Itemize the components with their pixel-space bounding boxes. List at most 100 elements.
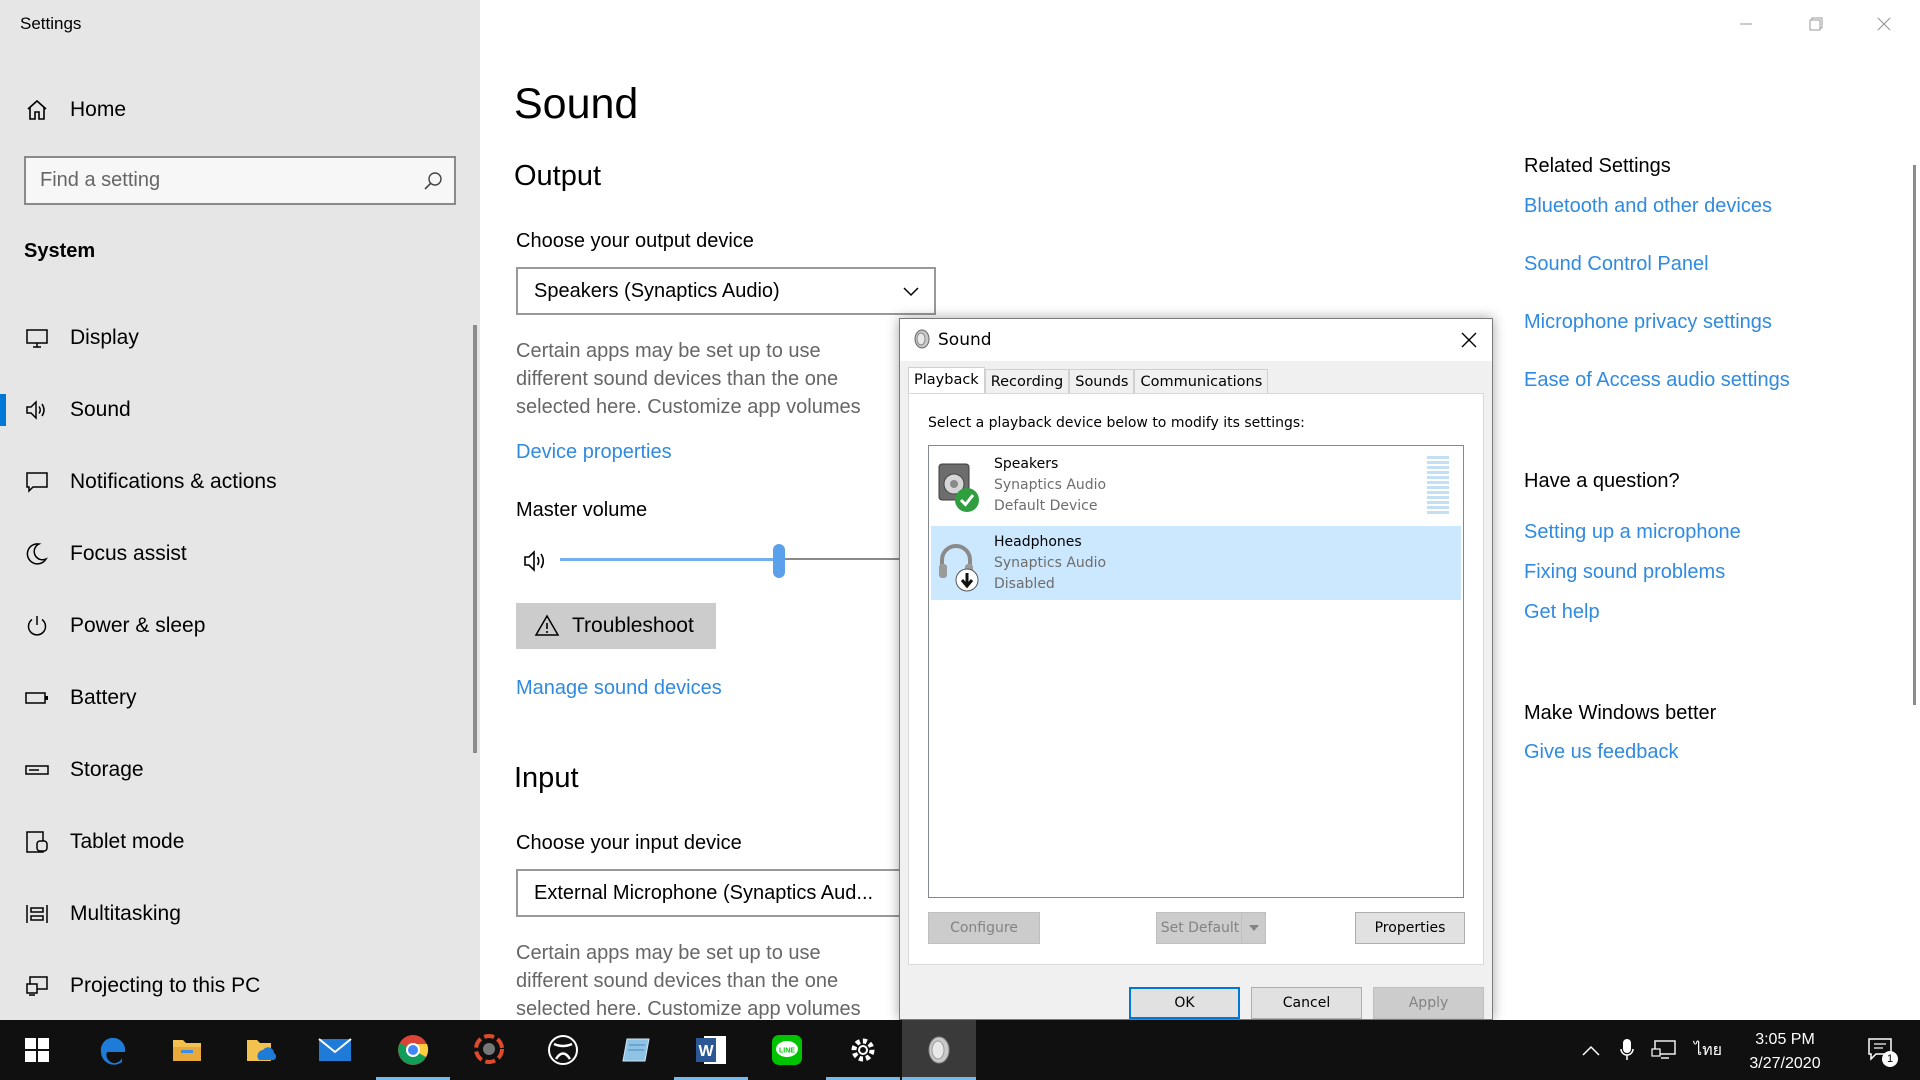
output-heading: Output [514, 160, 602, 192]
tab-recording[interactable]: Recording [984, 369, 1070, 393]
sidebar-scrollbar[interactable] [473, 325, 477, 753]
device-row-headphones[interactable]: Headphones Synaptics Audio Disabled [931, 526, 1461, 600]
chevron-down-icon [902, 283, 920, 301]
output-device-value: Speakers (Synaptics Audio) [534, 280, 780, 302]
taskbar-mail[interactable] [298, 1020, 372, 1080]
home-nav-item[interactable]: Home [0, 82, 480, 138]
volume-slider-fill[interactable] [560, 558, 780, 561]
tablet-icon [24, 829, 50, 855]
sidebar-item-multitasking[interactable]: Multitasking [0, 886, 480, 942]
set-default-dropdown-arrow[interactable] [1241, 913, 1265, 943]
taskbar-xbox[interactable] [526, 1020, 600, 1080]
home-icon [24, 97, 50, 123]
taskbar-file-explorer[interactable] [150, 1020, 224, 1080]
fixing-sound-problems-link[interactable]: Fixing sound problems [1524, 561, 1725, 584]
device-status: Default Device [994, 498, 1098, 514]
sidebar-item-projecting[interactable]: Projecting to this PC [0, 958, 480, 1014]
ease-of-access-audio-link[interactable]: Ease of Access audio settings [1524, 369, 1790, 392]
volume-icon[interactable] [522, 548, 550, 579]
sound-dialog: Sound Playback Recording Sounds Communic… [899, 318, 1493, 1020]
chrome-icon [398, 1035, 429, 1065]
apply-button[interactable]: Apply [1373, 987, 1484, 1019]
restore-button[interactable] [1782, 0, 1850, 48]
show-hidden-icons-button[interactable] [1574, 1020, 1608, 1080]
dialog-close-button[interactable] [1454, 325, 1484, 355]
troubleshoot-button[interactable]: Troubleshoot [516, 603, 716, 649]
bluetooth-devices-link[interactable]: Bluetooth and other devices [1524, 195, 1772, 218]
line-icon: LINE [772, 1035, 802, 1065]
sidebar-item-storage[interactable]: Storage [0, 742, 480, 798]
start-icon [25, 1038, 49, 1062]
search-icon[interactable] [422, 170, 444, 192]
taskbar-photoscape[interactable] [452, 1020, 526, 1080]
taskbar-word[interactable]: W [674, 1020, 748, 1080]
sidebar-item-label: Storage [70, 758, 144, 781]
set-default-button[interactable]: Set Default [1156, 912, 1266, 944]
language-indicator[interactable]: ไทย [1688, 1020, 1728, 1080]
tab-playback[interactable]: Playback [908, 367, 985, 393]
input-device-dropdown[interactable]: External Microphone (Synaptics Aud... [516, 869, 916, 917]
taskbar-notepad[interactable] [600, 1020, 674, 1080]
sidebar-item-label: Display [70, 326, 139, 349]
sidebar-item-display[interactable]: Display [0, 310, 480, 366]
sidebar-item-label: Multitasking [70, 902, 181, 925]
find-setting-search[interactable] [24, 156, 456, 205]
microphone-privacy-link[interactable]: Microphone privacy settings [1524, 311, 1772, 334]
sidebar-item-tablet-mode[interactable]: Tablet mode [0, 814, 480, 870]
headphones-device-icon [937, 536, 979, 592]
taskbar-edge[interactable] [76, 1020, 150, 1080]
moon-icon [24, 541, 50, 567]
close-window-button[interactable] [1850, 0, 1918, 48]
taskbar-sound-dialog[interactable] [902, 1020, 976, 1080]
storage-icon [24, 757, 50, 783]
sidebar-item-power-sleep[interactable]: Power & sleep [0, 598, 480, 654]
device-properties-link[interactable]: Device properties [516, 441, 672, 464]
tray-network[interactable] [1646, 1020, 1682, 1080]
action-center-button[interactable]: 1 [1856, 1020, 1906, 1080]
minimize-button[interactable] [1712, 0, 1780, 48]
volume-slider-thumb[interactable] [773, 544, 785, 578]
input-device-value: External Microphone (Synaptics Aud... [534, 882, 874, 904]
sound-control-panel-link[interactable]: Sound Control Panel [1524, 253, 1709, 276]
sidebar-item-label: Focus assist [70, 542, 187, 565]
volume-slider-track[interactable] [784, 558, 904, 560]
start-button[interactable] [0, 1020, 74, 1080]
home-label: Home [70, 98, 127, 121]
tab-sounds[interactable]: Sounds [1069, 369, 1135, 393]
mail-icon [318, 1038, 352, 1061]
manage-sound-devices-link[interactable]: Manage sound devices [516, 677, 722, 700]
sidebar-item-label: Battery [70, 686, 137, 709]
properties-button[interactable]: Properties [1355, 912, 1465, 944]
dialog-tabs: Playback Recording Sounds Communications [908, 367, 1269, 393]
sidebar-item-notifications[interactable]: Notifications & actions [0, 454, 480, 510]
output-device-dropdown[interactable]: Speakers (Synaptics Audio) [516, 267, 936, 315]
sidebar-item-focus-assist[interactable]: Focus assist [0, 526, 480, 582]
taskbar-clock[interactable]: 3:05 PM 3/27/2020 [1730, 1028, 1840, 1076]
speaker-icon [24, 397, 50, 423]
sidebar-item-label: Sound [70, 398, 131, 421]
setting-up-microphone-link[interactable]: Setting up a microphone [1524, 521, 1741, 544]
device-row-speakers[interactable]: Speakers Synaptics Audio Default Device [931, 448, 1461, 522]
sidebar-item-battery[interactable]: Battery [0, 670, 480, 726]
tray-microphone[interactable] [1610, 1020, 1644, 1080]
sidebar-item-sound[interactable]: Sound [0, 382, 480, 438]
file-explorer-icon [173, 1040, 201, 1061]
main-scrollbar[interactable] [1913, 165, 1916, 705]
playback-device-list[interactable]: Speakers Synaptics Audio Default Device … [928, 445, 1464, 898]
give-feedback-link[interactable]: Give us feedback [1524, 741, 1679, 764]
tab-communications[interactable]: Communications [1134, 369, 1269, 393]
ok-button[interactable]: OK [1129, 987, 1240, 1019]
notification-icon: 1 [1866, 1035, 1898, 1067]
taskbar-chrome[interactable] [376, 1020, 450, 1080]
search-input[interactable] [40, 166, 420, 194]
get-help-link[interactable]: Get help [1524, 601, 1600, 624]
taskbar-line[interactable]: LINE [750, 1020, 824, 1080]
configure-button[interactable]: Configure [928, 912, 1040, 944]
notepad-icon [622, 1038, 650, 1062]
cancel-button[interactable]: Cancel [1251, 987, 1362, 1019]
device-status: Disabled [994, 576, 1055, 592]
taskbar-onedrive-folder[interactable] [224, 1020, 298, 1080]
taskbar-settings[interactable] [826, 1020, 900, 1080]
notification-icon [24, 469, 50, 495]
dialog-titlebar[interactable]: Sound [900, 319, 1492, 361]
